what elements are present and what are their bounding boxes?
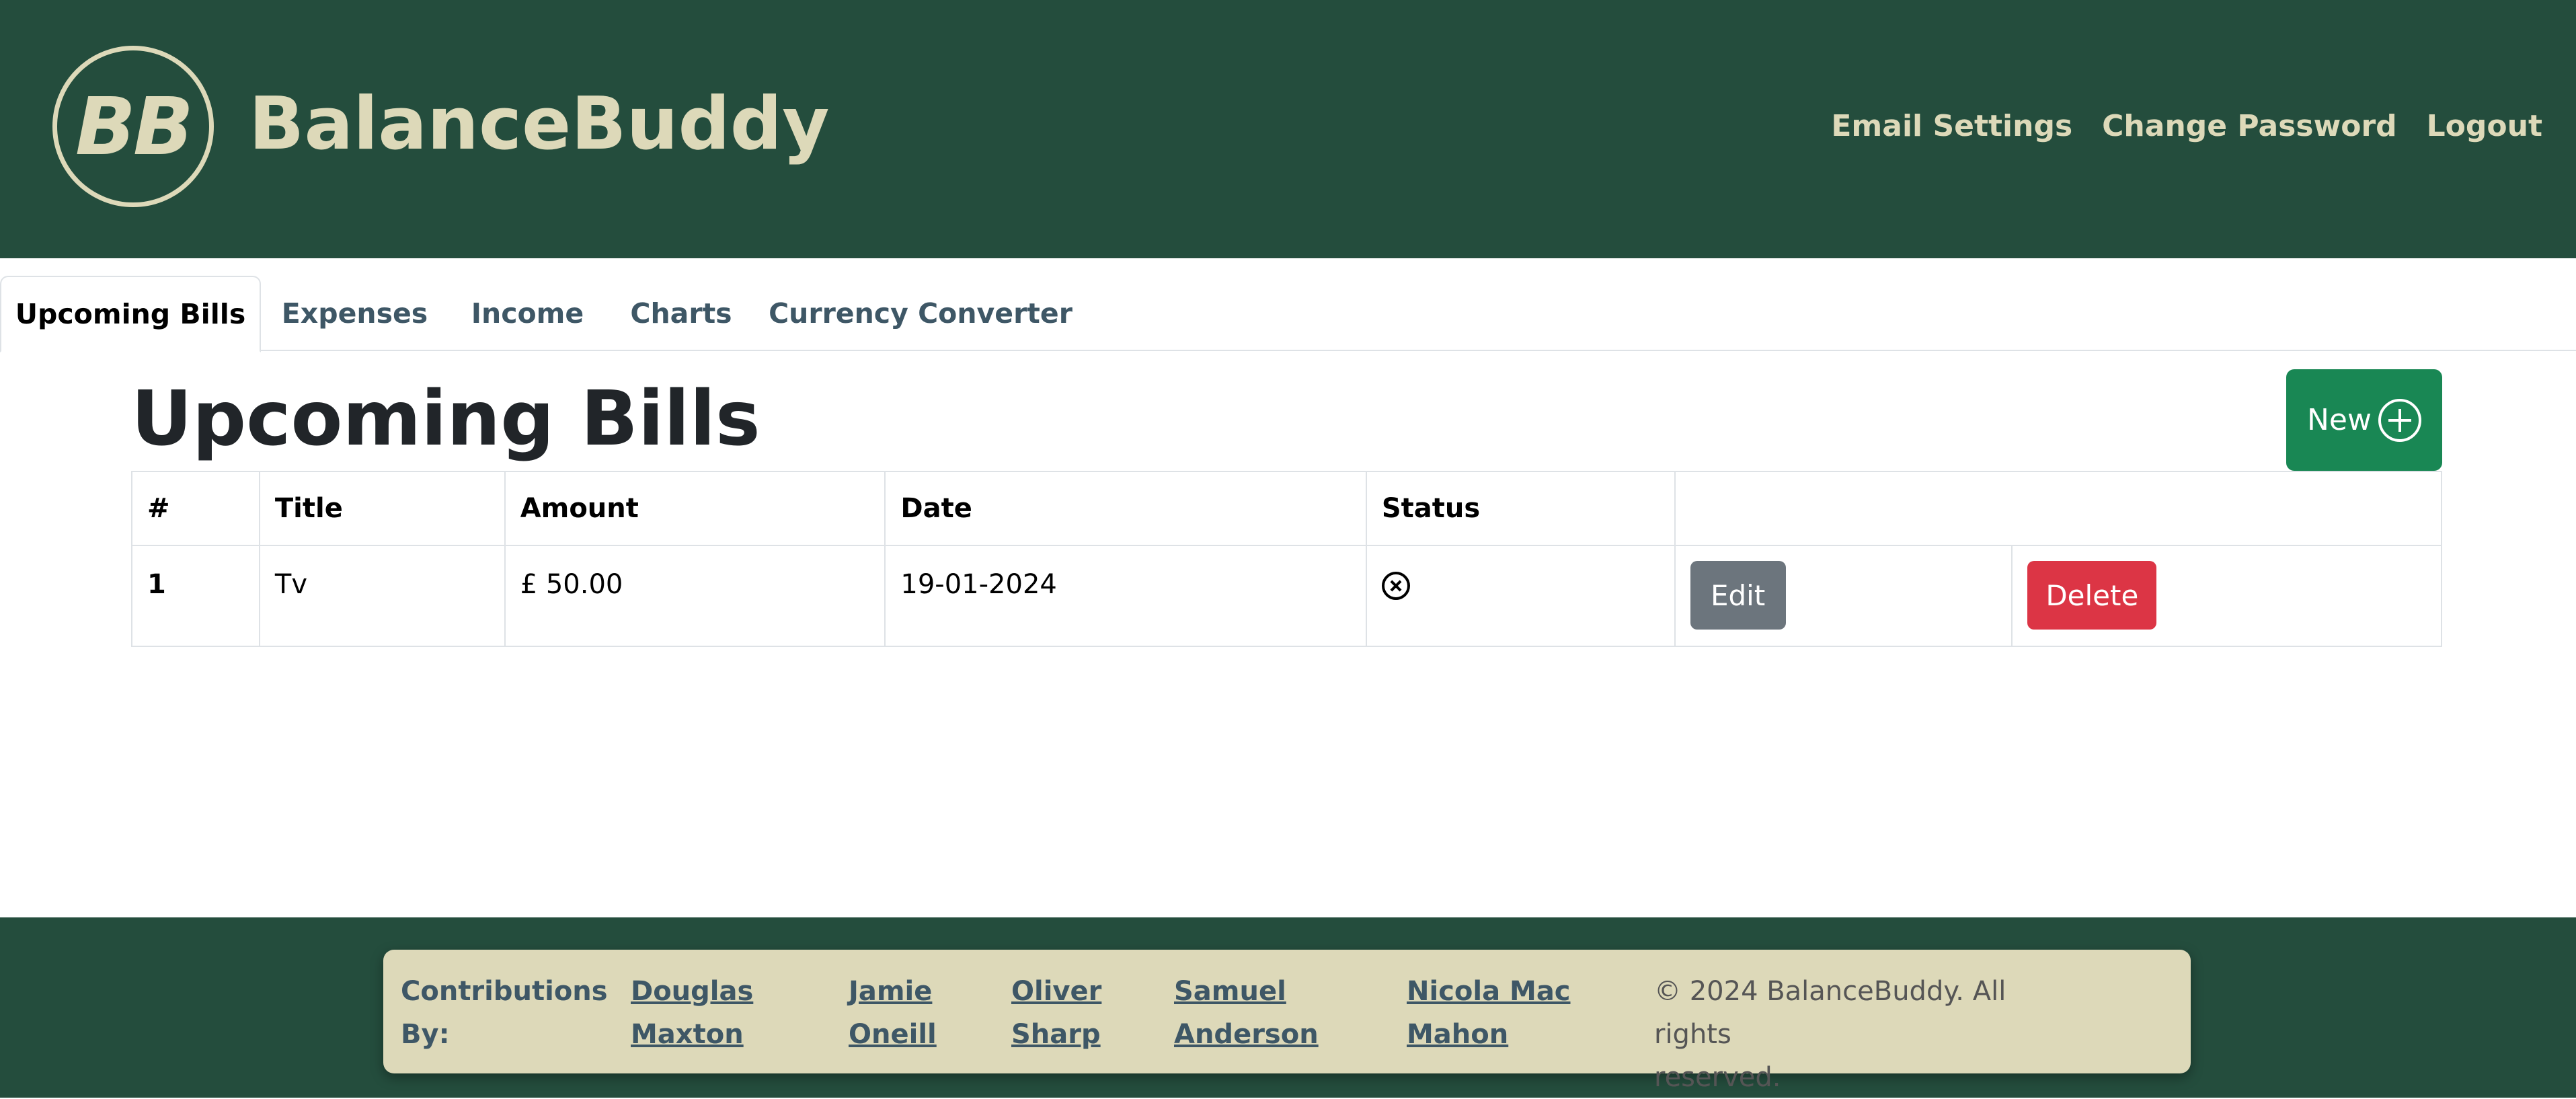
footer-card: Contributions By: Douglas Maxton Jamie O…	[383, 950, 2191, 1093]
row-date: 19-01-2024	[884, 545, 1367, 647]
row-status	[1365, 545, 1676, 647]
tab-upcoming-bills[interactable]: Upcoming Bills	[0, 276, 261, 352]
new-button-label: New	[2307, 403, 2372, 437]
column-header-amount: Amount	[504, 471, 886, 546]
row-title: Tv	[258, 545, 506, 647]
edit-cell: Edit	[1674, 545, 2013, 647]
email-settings-link[interactable]: Email Settings	[1831, 106, 2072, 147]
tab-bar: Upcoming Bills Expenses Income Charts Cu…	[0, 276, 2576, 352]
column-header-status: Status	[1365, 471, 1676, 546]
column-header-date: Date	[884, 471, 1367, 546]
tab-income[interactable]: Income	[465, 276, 590, 351]
table-row: 1 Tv £ 50.00 19-01-2024 Edit Delete	[131, 545, 2442, 647]
tab-expenses[interactable]: Expenses	[276, 276, 434, 351]
delete-cell: Delete	[2011, 545, 2442, 647]
row-amount: £ 50.00	[504, 545, 886, 647]
footer: Contributions By: Douglas Maxton Jamie O…	[0, 917, 2576, 1098]
row-number: 1	[131, 545, 260, 647]
change-password-link[interactable]: Change Password	[2102, 106, 2397, 147]
bills-table: # Title Amount Date Status 1 Tv £ 50.00 …	[131, 471, 2443, 647]
contributions-label: Contributions By:	[401, 976, 608, 1050]
delete-button[interactable]: Delete	[2027, 561, 2157, 630]
edit-button[interactable]: Edit	[1690, 561, 1786, 630]
contributor-link-samuel-anderson[interactable]: Samuel Anderson	[1174, 970, 1319, 1056]
tab-charts[interactable]: Charts	[624, 276, 738, 351]
contributor-link-nicola-mac-mahon[interactable]: Nicola Mac Mahon	[1407, 970, 1571, 1056]
column-header-actions	[1674, 471, 2443, 546]
contributor-link-oliver-sharp[interactable]: Oliver Sharp	[1011, 970, 1101, 1056]
table-header-row: # Title Amount Date Status	[131, 471, 2443, 546]
logo-text: BB	[75, 80, 194, 173]
logout-link[interactable]: Logout	[2427, 106, 2542, 147]
column-header-number: #	[131, 471, 260, 546]
page-title: Upcoming Bills	[131, 375, 760, 463]
brand-name[interactable]: BalanceBuddy	[249, 74, 829, 175]
plus-circle-icon	[2378, 398, 2421, 442]
column-header-title: Title	[258, 471, 506, 546]
x-circle-icon[interactable]	[1381, 572, 1410, 600]
new-bill-button[interactable]: New	[2286, 369, 2442, 471]
top-nav: Email Settings Change Password Logout	[1831, 106, 2542, 147]
app-header: BB BalanceBuddy Email Settings Change Pa…	[0, 0, 2576, 258]
tab-currency-converter[interactable]: Currency Converter	[769, 276, 1072, 351]
contributor-link-jamie-oneill[interactable]: Jamie Oneill	[849, 970, 937, 1056]
logo[interactable]: BB	[52, 46, 214, 207]
copyright-text: © 2024 BalanceBuddy. All rights reserved…	[1654, 976, 2006, 1093]
contributor-link-douglas-maxton[interactable]: Douglas Maxton	[631, 970, 753, 1056]
